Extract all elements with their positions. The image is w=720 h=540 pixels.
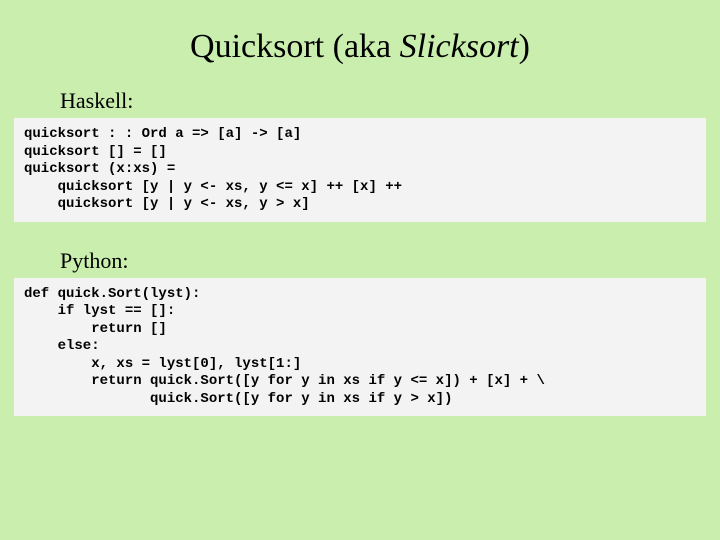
title-suffix: ) <box>519 28 530 65</box>
spacer <box>0 222 720 248</box>
title-prefix: Quicksort (aka <box>190 28 400 65</box>
page-title: Quicksort (aka Slicksort) <box>0 28 720 66</box>
slide: Quicksort (aka Slicksort) Haskell: quick… <box>0 0 720 540</box>
haskell-code: quicksort : : Ord a => [a] -> [a] quicks… <box>14 118 706 222</box>
python-code: def quick.Sort(lyst): if lyst == []: ret… <box>14 278 706 417</box>
haskell-label: Haskell: <box>0 88 720 114</box>
title-italic: Slicksort <box>400 28 519 65</box>
python-label: Python: <box>0 248 720 274</box>
